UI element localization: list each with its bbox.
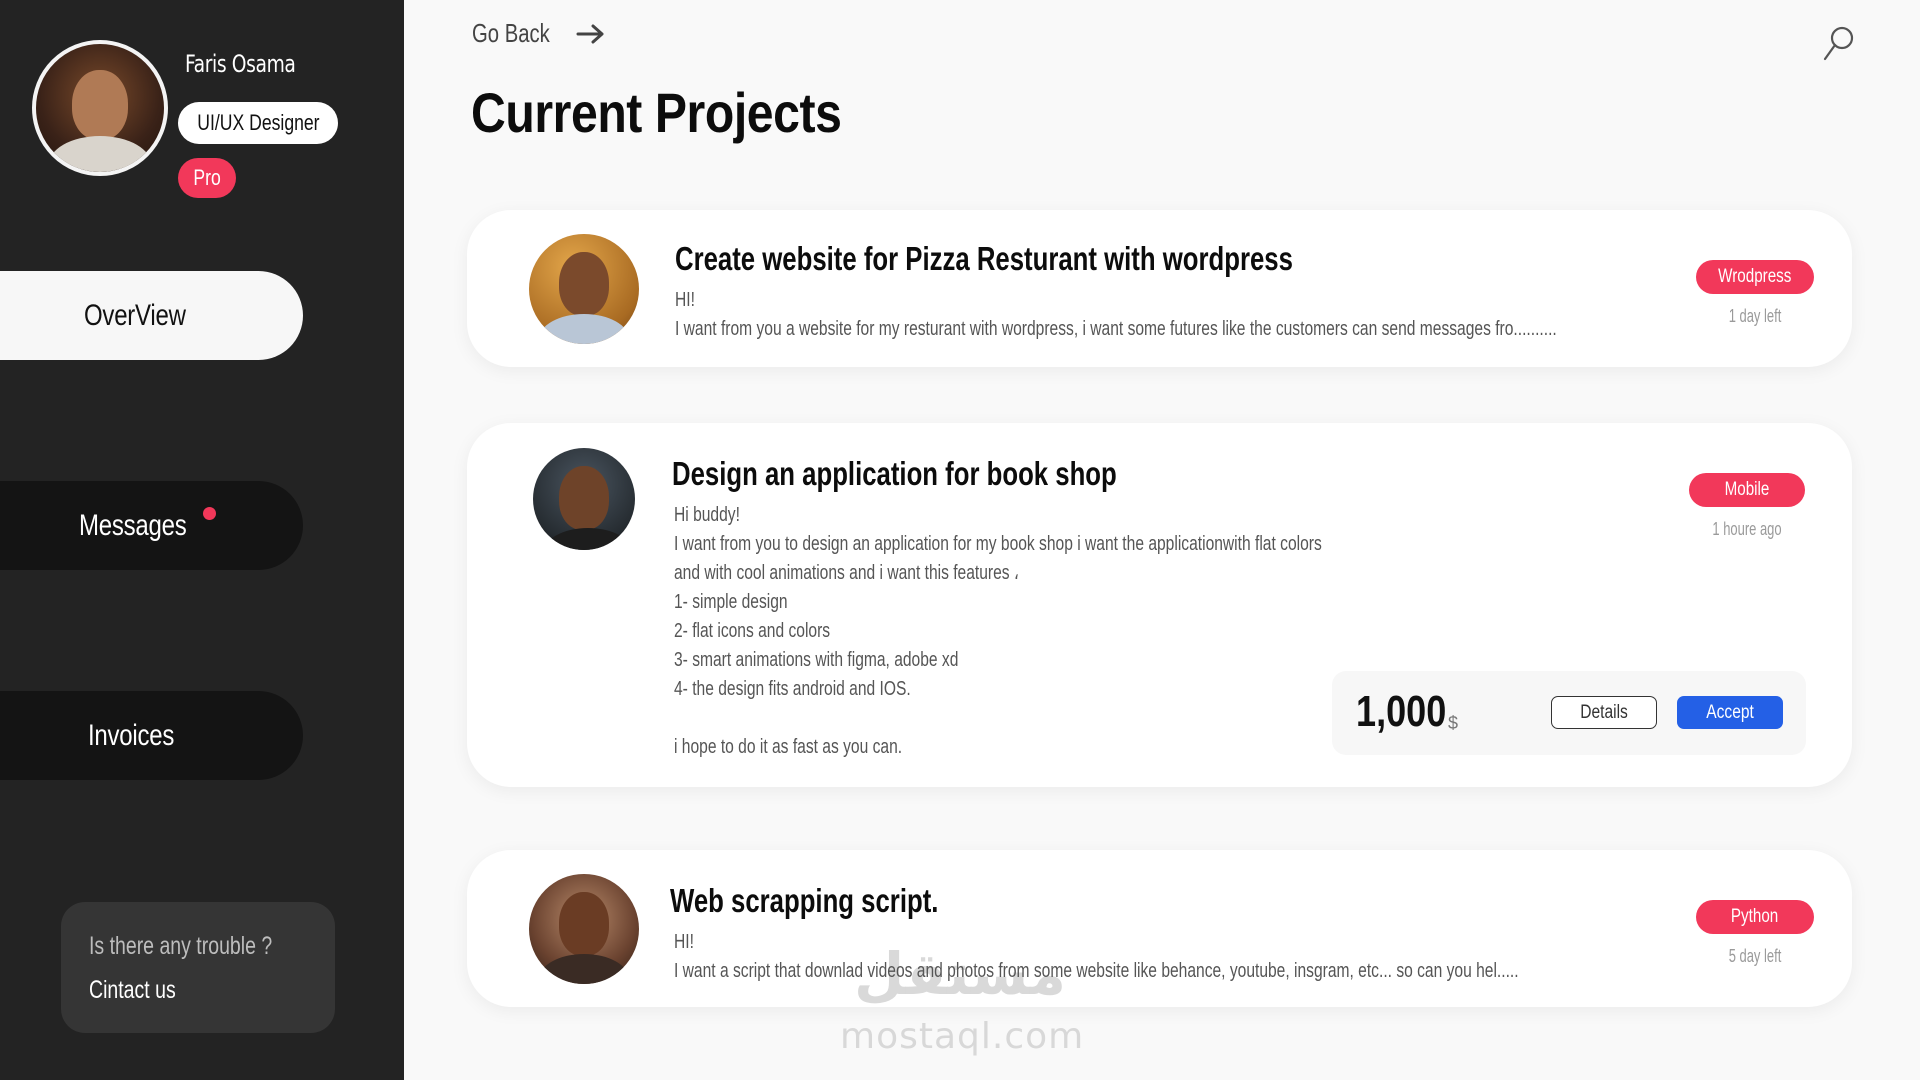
help-box: Is there any trouble ? Cintact us: [61, 902, 335, 1033]
profile-name: Faris Osama: [185, 50, 296, 78]
profile-avatar[interactable]: [32, 40, 168, 176]
page-title: Current Projects: [471, 81, 842, 144]
client-avatar: [529, 234, 639, 344]
offer-price: 1,000: [1356, 687, 1447, 736]
project-card[interactable]: Design an application for book shop Hi b…: [467, 423, 1852, 787]
nav-item-messages-label: Messages: [79, 508, 187, 542]
description-line: I want a script that downlad videos and …: [674, 960, 1519, 982]
project-card[interactable]: Web scrapping script. HI! I want a scrip…: [467, 850, 1852, 1007]
category-tag-label: Python: [1731, 906, 1779, 927]
accept-button[interactable]: Accept: [1677, 696, 1783, 729]
description-line: HI!: [674, 931, 694, 953]
client-avatar: [529, 874, 639, 984]
nav-item-messages[interactable]: Messages: [0, 481, 303, 570]
go-back-label: Go Back: [472, 18, 550, 48]
go-back-button[interactable]: Go Back: [472, 18, 606, 49]
offer-box: 1,000 $ Details Accept: [1332, 671, 1806, 755]
category-tag: Wrodpress: [1696, 260, 1814, 294]
sidebar: Faris Osama UI/UX Designer Pro OverView …: [0, 0, 404, 1080]
description-line: i hope to do it as fast as you can.: [674, 736, 903, 758]
help-question: Is there any trouble ?: [89, 932, 273, 960]
time-left: 1 day left: [1728, 306, 1782, 326]
project-title[interactable]: Web scrapping script.: [670, 882, 938, 920]
category-tag: Mobile: [1689, 473, 1805, 507]
project-card[interactable]: Create website for Pizza Resturant with …: [467, 210, 1852, 367]
client-avatar: [533, 448, 635, 550]
project-title[interactable]: Design an application for book shop: [672, 455, 1117, 493]
watermark-latin: mostaql.com: [840, 1016, 1085, 1057]
details-button[interactable]: Details: [1551, 696, 1657, 729]
category-tag: Python: [1696, 900, 1814, 934]
category-tag-label: Wrodpress: [1718, 266, 1792, 287]
category-tag-label: Mobile: [1724, 479, 1770, 500]
arrow-right-icon: [576, 24, 604, 43]
nav-item-overview-label: OverView: [84, 298, 186, 332]
time-left: 5 day left: [1728, 946, 1782, 966]
search-icon: [1823, 26, 1854, 61]
description-line: and with cool animations and i want this…: [674, 562, 1019, 584]
project-description: HI! I want from you a website for my res…: [675, 286, 1557, 344]
project-title[interactable]: Create website for Pizza Resturant with …: [675, 240, 1293, 278]
nav-item-invoices-label: Invoices: [88, 718, 175, 752]
description-line: HI!: [675, 289, 695, 311]
description-line: 3- smart animations with figma, adobe xd: [674, 649, 959, 671]
pro-badge: Pro: [178, 158, 236, 198]
description-line: [674, 704, 1322, 733]
description-line: Hi buddy!: [674, 504, 740, 526]
project-description: Hi buddy! I want from you to design an a…: [674, 501, 1322, 762]
pro-badge-label: Pro: [193, 165, 221, 190]
role-badge: UI/UX Designer: [178, 102, 338, 144]
description-line: 1- simple design: [674, 591, 788, 613]
contact-us-link[interactable]: Cintact us: [89, 976, 176, 1005]
nav-item-overview[interactable]: OverView: [0, 271, 303, 360]
description-line: 2- flat icons and colors: [674, 620, 831, 642]
notification-dot-icon: [203, 507, 216, 520]
search-button[interactable]: [1820, 24, 1856, 64]
description-line: I want from you to design an application…: [674, 533, 1322, 555]
time-ago: 1 houre ago: [1712, 519, 1782, 539]
accept-button-label: Accept: [1706, 701, 1754, 723]
currency-symbol: $: [1448, 713, 1459, 733]
description-line: I want from you a website for my restura…: [675, 318, 1557, 340]
role-badge-label: UI/UX Designer: [196, 110, 320, 135]
nav-item-invoices[interactable]: Invoices: [0, 691, 303, 780]
description-line: 4- the design fits android and IOS.: [674, 678, 911, 700]
project-description: HI! I want a script that downlad videos …: [674, 928, 1519, 986]
details-button-label: Details: [1580, 701, 1628, 723]
